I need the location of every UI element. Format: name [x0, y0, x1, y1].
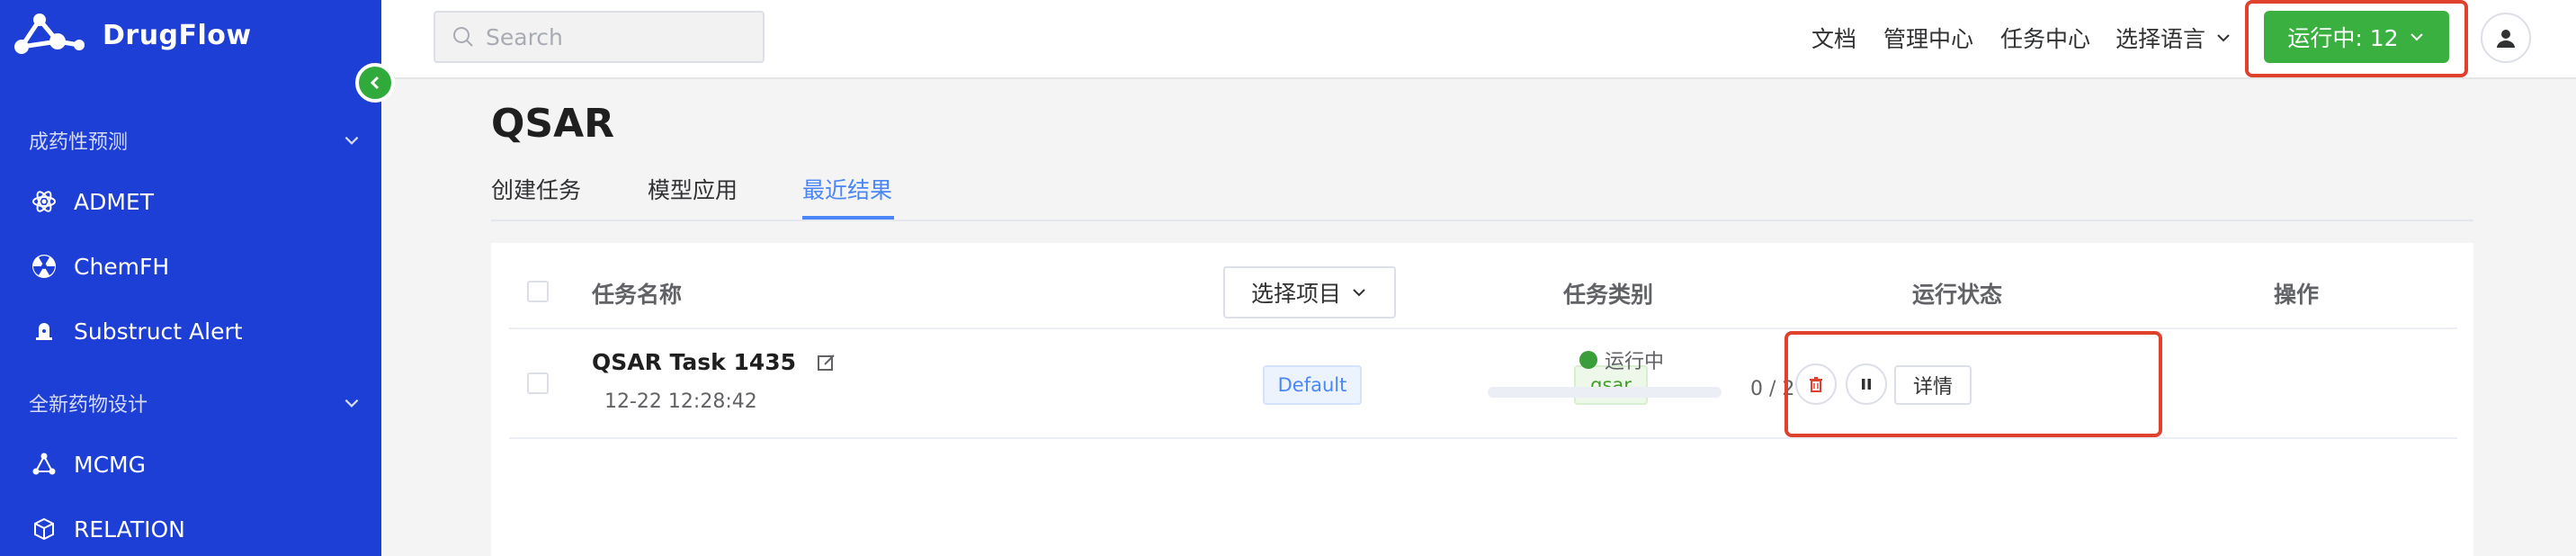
sidebar-item-relation[interactable]: RELATION	[29, 507, 362, 552]
chevron-down-icon	[1353, 289, 1365, 297]
progress-bar	[1488, 387, 1722, 398]
sidebar-item-label: ChemFH	[74, 253, 170, 280]
column-header-status: 运行状态	[1912, 282, 2003, 308]
sidebar-item-chemfh[interactable]: ChemFH	[29, 244, 362, 289]
status-label: 运行中	[1579, 345, 1664, 374]
status-text: 运行中	[1605, 351, 1665, 373]
search-icon	[453, 27, 473, 47]
sidebar-item-label: RELATION	[74, 516, 185, 543]
active-tab-indicator	[802, 216, 894, 220]
table-row: QSAR Task 1435 12-22 12:28:42 Default qs…	[509, 329, 2457, 439]
logo[interactable]: DrugFlow	[13, 11, 252, 59]
status-highlight-box	[1784, 331, 2162, 437]
chevron-down-icon	[2217, 34, 2230, 42]
table-header: 任务名称 选择项目 任务类别 运行状态 操作	[509, 254, 2457, 329]
run-status: 运行中 0 / 2	[1488, 340, 1811, 430]
cube-icon	[29, 514, 59, 544]
language-select[interactable]: 选择语言	[2115, 22, 2232, 54]
tab-create-task[interactable]: 创建任务	[491, 173, 581, 205]
column-header-actions: 操作	[2274, 282, 2320, 308]
search-input[interactable]	[486, 23, 756, 50]
column-header-category: 任务类别	[1563, 282, 1654, 308]
project-tag: Default	[1263, 365, 1362, 405]
sidebar-group-label: 全新药物设计	[29, 394, 148, 417]
column-header-name: 任务名称	[592, 282, 683, 308]
chevron-down-icon	[344, 136, 359, 145]
task-time: 12-22 12:28:42	[604, 390, 757, 413]
bell-icon	[29, 316, 59, 346]
sidebar-item-label: Substruct Alert	[74, 318, 243, 345]
nav-task-center[interactable]: 任务中心	[2000, 22, 2090, 54]
nav-label: 管理中心	[1883, 26, 1974, 52]
user-icon	[2497, 30, 2515, 48]
nav-label: 任务中心	[2000, 26, 2091, 52]
select-all-checkbox[interactable]	[527, 281, 549, 302]
chevron-left-icon	[370, 76, 380, 90]
sidebar-group-label: 成药性预测	[29, 131, 129, 154]
sidebar-collapse-button[interactable]	[355, 63, 395, 103]
sidebar-item-label: ADMET	[74, 188, 154, 215]
tab-recent-results[interactable]: 最近结果	[802, 173, 892, 205]
task-name: QSAR Task 1435	[592, 349, 837, 375]
results-table: 任务名称 选择项目 任务类别 运行状态 操作 QSAR Task 1435 12…	[491, 243, 2473, 556]
task-name-text: QSAR Task 1435	[592, 349, 797, 375]
edit-icon[interactable]	[816, 352, 837, 373]
project-select[interactable]: 选择项目	[1223, 266, 1396, 318]
sidebar-item-label: MCMG	[74, 451, 146, 478]
chevron-down-icon	[344, 399, 359, 408]
atom-icon	[29, 186, 59, 217]
sidebar-group-de-novo-design[interactable]: 全新药物设计	[29, 389, 362, 417]
nav-label: 文档	[1811, 26, 1857, 52]
sidebar-group-druggability[interactable]: 成药性预测	[29, 126, 362, 155]
row-checkbox[interactable]	[527, 372, 549, 394]
nav-docs[interactable]: 文档	[1811, 22, 1856, 54]
sidebar-item-substruct-alert[interactable]: Substruct Alert	[29, 309, 362, 354]
sidebar: DrugFlow 成药性预测 ADMET ChemFH Substruct Al…	[0, 0, 381, 556]
molecule-icon	[29, 449, 59, 480]
app-name: DrugFlow	[103, 19, 252, 51]
radiation-icon	[29, 251, 59, 282]
chevron-down-icon	[2410, 33, 2423, 41]
page-title: QSAR	[491, 101, 615, 147]
user-avatar[interactable]	[2481, 13, 2531, 63]
sidebar-item-mcmg[interactable]: MCMG	[29, 442, 362, 487]
search-box[interactable]	[434, 11, 765, 63]
running-tasks-button[interactable]: 运行中: 12	[2264, 11, 2449, 63]
logo-icon	[14, 13, 85, 54]
sidebar-item-admet[interactable]: ADMET	[29, 179, 362, 224]
running-label: 运行中: 12	[2287, 25, 2399, 51]
project-select-label: 选择项目	[1250, 281, 1341, 307]
tab-bar: 创建任务 模型应用 最近结果	[491, 167, 2473, 221]
tab-model-application[interactable]: 模型应用	[648, 173, 738, 205]
nav-admin-center[interactable]: 管理中心	[1883, 22, 1973, 54]
status-dot-icon	[1579, 351, 1597, 369]
nav-label: 选择语言	[2115, 26, 2206, 52]
